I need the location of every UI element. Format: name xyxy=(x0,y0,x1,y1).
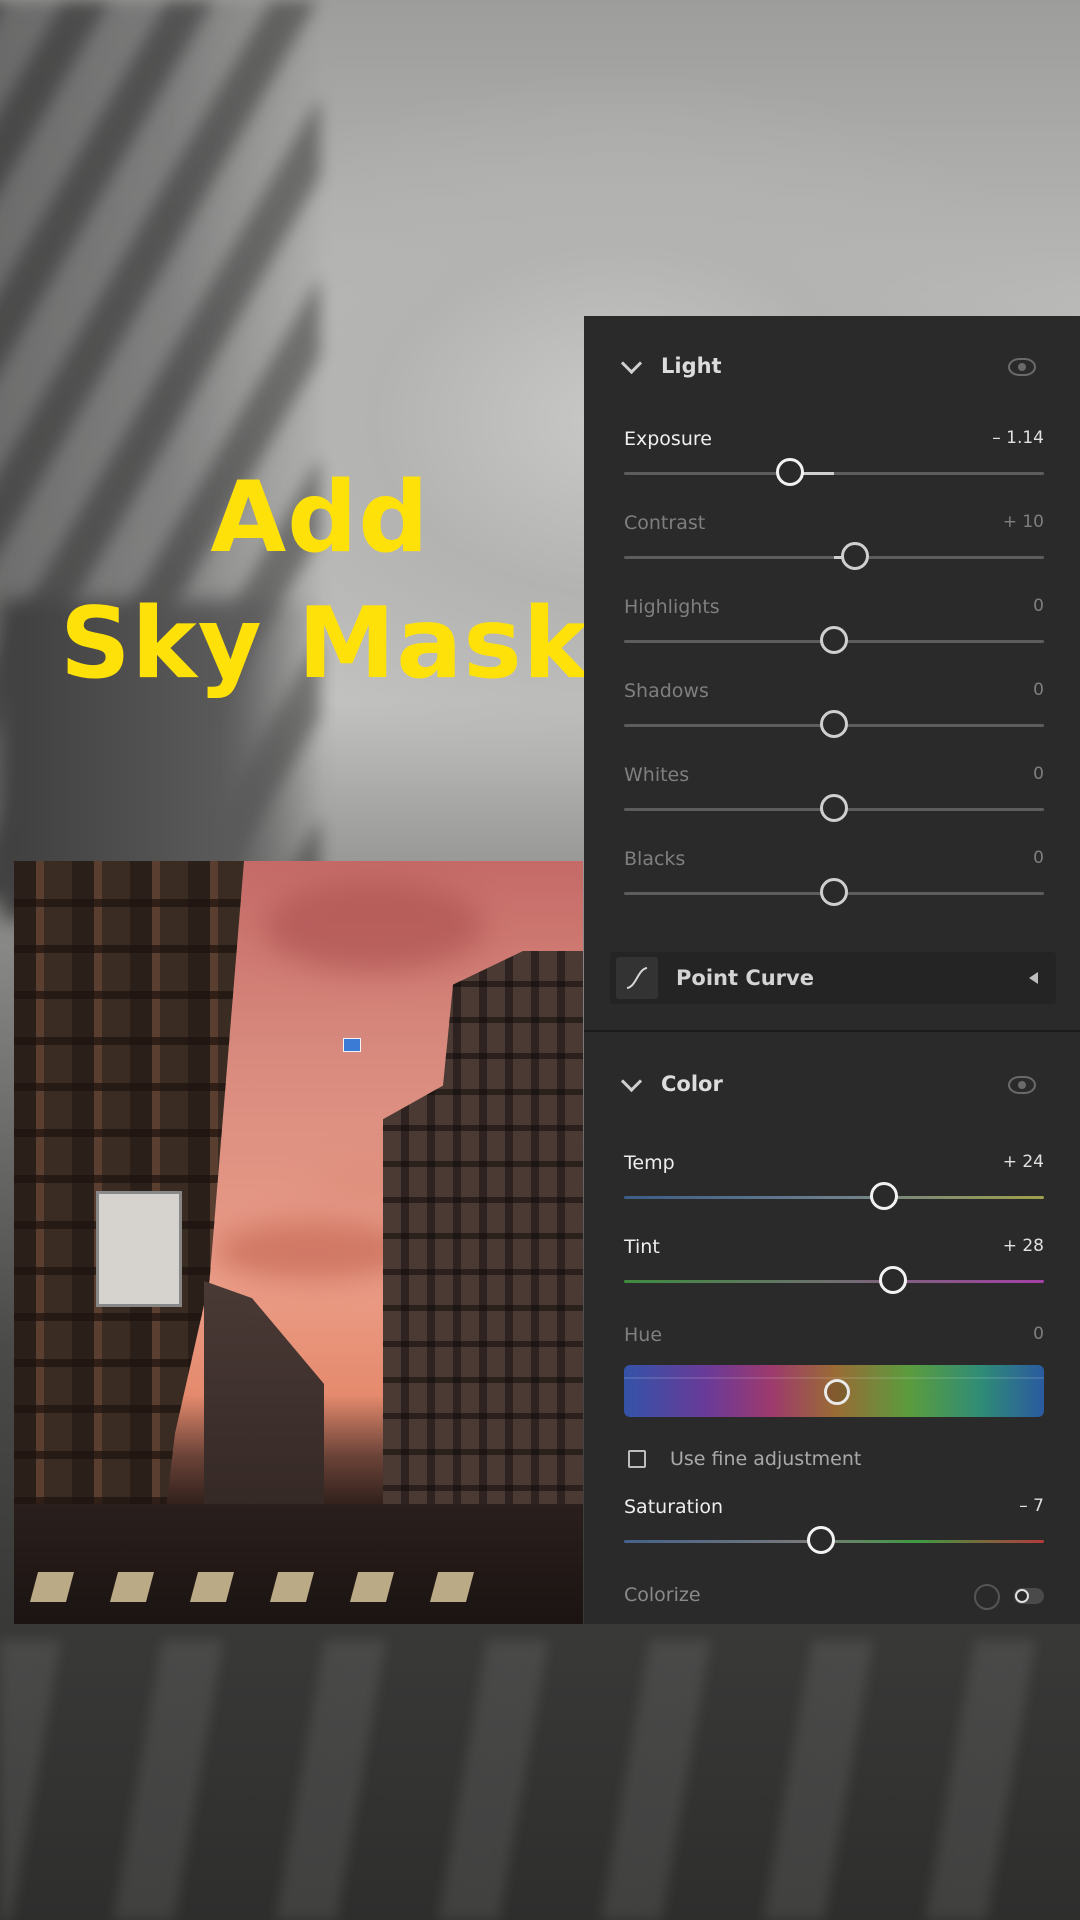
highlights-label: Highlights xyxy=(624,596,720,618)
point-curve-label: Point Curve xyxy=(676,966,814,990)
highlights-thumb[interactable] xyxy=(820,626,848,654)
tint-slider-row: Tint + 28 xyxy=(624,1236,1044,1316)
colorize-toggle[interactable] xyxy=(1014,1588,1044,1604)
exposure-thumb[interactable] xyxy=(775,458,804,486)
curve-icon xyxy=(616,957,658,999)
temp-value: + 24 xyxy=(1002,1152,1044,1172)
background-crosswalk xyxy=(0,1640,1080,1920)
whites-slider-row: Whites 0 xyxy=(624,764,1044,844)
photo-preview xyxy=(14,861,583,1624)
store-sign xyxy=(96,1191,182,1307)
colorize-label: Colorize xyxy=(624,1584,701,1606)
exposure-label: Exposure xyxy=(624,428,712,450)
fine-adjustment-label: Use fine adjustment xyxy=(670,1448,862,1470)
blacks-thumb[interactable] xyxy=(820,878,848,906)
tint-value: + 28 xyxy=(1002,1236,1044,1256)
saturation-thumb[interactable] xyxy=(807,1526,836,1554)
chevron-down-icon xyxy=(620,352,643,374)
temp-thumb[interactable] xyxy=(870,1182,899,1210)
headline-line-1: Add xyxy=(210,461,430,575)
contrast-value: + 10 xyxy=(1002,512,1044,532)
highlights-slider-row: Highlights 0 xyxy=(624,596,1044,676)
chevron-down-icon xyxy=(620,1070,643,1092)
shadows-label: Shadows xyxy=(624,680,709,702)
saturation-value: – 7 xyxy=(1019,1496,1044,1516)
street xyxy=(14,1504,583,1624)
hue-label: Hue xyxy=(624,1324,663,1346)
hue-value: 0 xyxy=(1033,1324,1044,1344)
edit-panel: Light Exposure – 1.14 Contrast + 10 Highligh… xyxy=(584,316,1080,1624)
whites-thumb[interactable] xyxy=(820,794,848,822)
headline: Add Sky Mask xyxy=(60,455,589,707)
tint-track[interactable] xyxy=(624,1280,1044,1283)
shadows-slider-row: Shadows 0 xyxy=(624,680,1044,760)
exposure-track[interactable] xyxy=(624,472,1044,475)
whites-label: Whites xyxy=(624,764,690,786)
caret-left-icon xyxy=(1029,972,1038,984)
exposure-value: – 1.14 xyxy=(992,428,1044,448)
saturation-slider-row: Saturation – 7 xyxy=(624,1496,1044,1576)
color-section-title: Color xyxy=(661,1072,723,1096)
point-curve-row[interactable]: Point Curve xyxy=(610,952,1056,1004)
contrast-track[interactable] xyxy=(624,556,1044,559)
light-section-header[interactable]: Light xyxy=(620,346,722,386)
exposure-slider-row: Exposure – 1.14 xyxy=(624,428,1044,508)
section-divider xyxy=(584,1030,1080,1032)
blacks-label: Blacks xyxy=(624,848,686,870)
highlights-value: 0 xyxy=(1033,596,1044,616)
hue-bar[interactable] xyxy=(624,1365,1044,1417)
eye-icon[interactable] xyxy=(1008,358,1036,376)
blacks-value: 0 xyxy=(1033,848,1044,868)
color-swatch-icon[interactable] xyxy=(974,1584,1000,1610)
shadows-value: 0 xyxy=(1033,680,1044,700)
light-section-title: Light xyxy=(661,354,722,378)
hue-row: Hue 0 xyxy=(624,1324,1044,1364)
temp-track[interactable] xyxy=(624,1196,1044,1199)
hue-thumb[interactable] xyxy=(824,1379,850,1405)
shadows-thumb[interactable] xyxy=(820,710,848,738)
saturation-label: Saturation xyxy=(624,1496,724,1518)
color-section-header[interactable]: Color xyxy=(620,1064,723,1104)
tint-label: Tint xyxy=(624,1236,660,1258)
temp-label: Temp xyxy=(624,1152,675,1174)
contrast-thumb[interactable] xyxy=(841,542,869,570)
eye-icon[interactable] xyxy=(1008,1076,1036,1094)
contrast-slider-row: Contrast + 10 xyxy=(624,512,1044,592)
contrast-label: Contrast xyxy=(624,512,706,534)
colorize-row: Colorize xyxy=(624,1580,1044,1616)
whites-value: 0 xyxy=(1033,764,1044,784)
tint-thumb[interactable] xyxy=(878,1266,907,1294)
blacks-slider-row: Blacks 0 xyxy=(624,848,1044,928)
headline-line-2: Sky Mask xyxy=(60,587,589,701)
fine-adjustment-row[interactable]: Use fine adjustment xyxy=(628,1444,861,1474)
temp-slider-row: Temp + 24 xyxy=(624,1152,1044,1232)
image-icon xyxy=(343,1038,361,1052)
cloud xyxy=(264,881,484,971)
fine-adjustment-checkbox[interactable] xyxy=(628,1450,646,1468)
